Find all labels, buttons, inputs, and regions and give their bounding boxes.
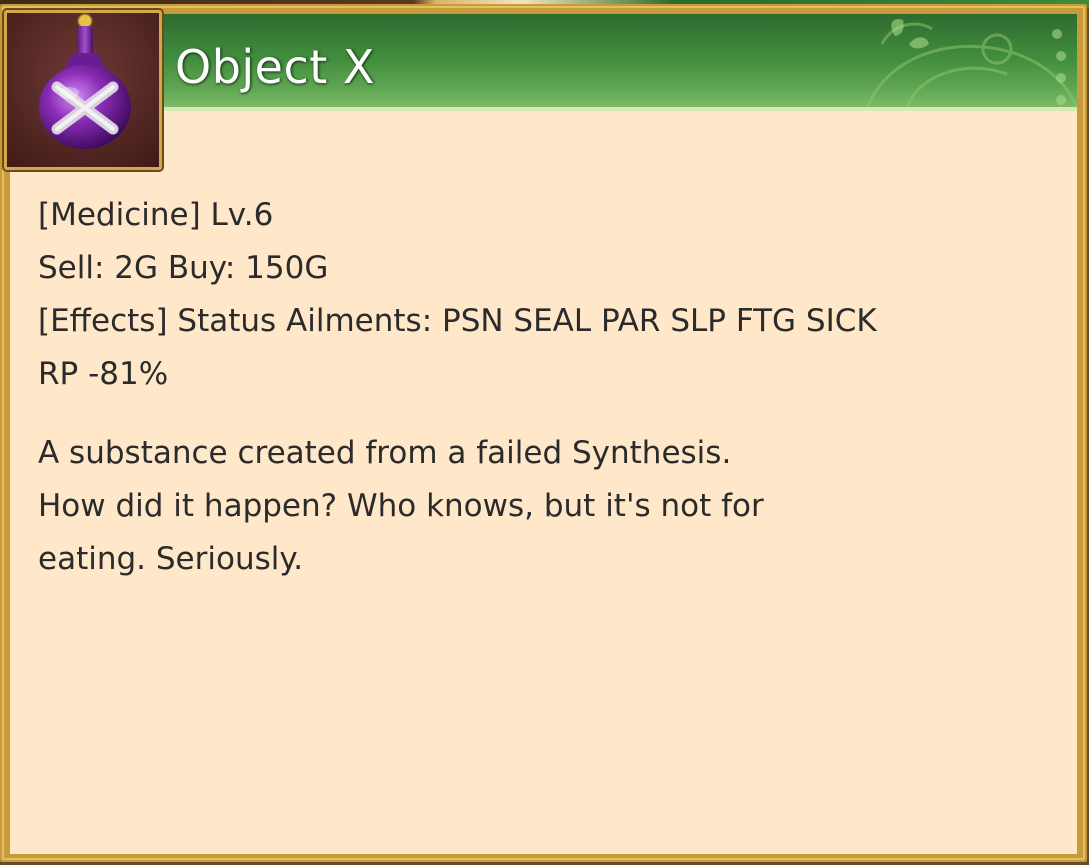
leaf-ornament-icon <box>865 18 1077 110</box>
item-effects: [Effects] Status Ailments: PSN SEAL PAR … <box>38 303 877 339</box>
item-name: Object X <box>175 40 375 94</box>
description-line: eating. Seriously. <box>38 541 304 577</box>
item-category-level: [Medicine] Lv.6 <box>38 197 274 233</box>
item-info-window: Object X [Medicine] Lv.6 Sell: 2G Buy: 1… <box>0 4 1087 862</box>
description-line: How did it happen? Who knows, but it's n… <box>38 488 764 524</box>
item-stats: [Medicine] Lv.6 Sell: 2G Buy: 150G [Effe… <box>38 189 877 401</box>
item-description: A substance created from a failed Synthe… <box>38 427 998 586</box>
title-bar <box>10 14 1077 111</box>
item-price: Sell: 2G Buy: 150G <box>38 250 329 286</box>
item-rp-cost: RP -81% <box>38 356 169 392</box>
description-line: A substance created from a failed Synthe… <box>38 435 732 471</box>
item-icon-frame <box>4 10 162 170</box>
purple-potion-flask-icon <box>39 13 131 149</box>
item-info-panel: Object X [Medicine] Lv.6 Sell: 2G Buy: 1… <box>10 14 1077 854</box>
title-bar-underline <box>10 107 1077 111</box>
